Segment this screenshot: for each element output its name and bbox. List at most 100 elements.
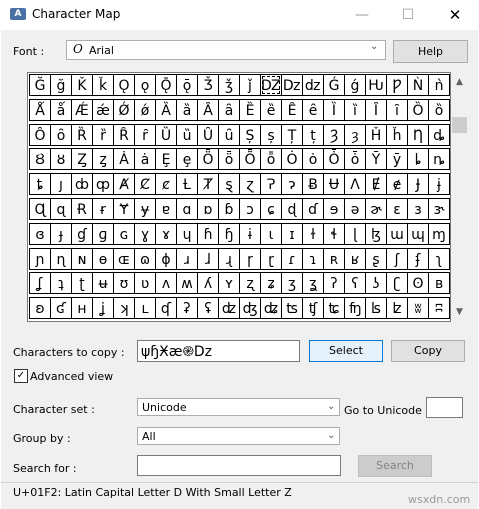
character-cell[interactable]: ʒ — [281, 272, 303, 295]
scroll-up-arrow-icon[interactable]: ▲ — [451, 72, 468, 92]
character-cell[interactable]: ǳ — [302, 74, 324, 96]
character-cell[interactable]: ɓ — [218, 198, 240, 220]
character-cell[interactable]: ȕ — [176, 123, 198, 146]
character-cell[interactable]: ȋ — [386, 98, 408, 121]
character-cell[interactable]: ɒ — [197, 198, 219, 220]
character-cell[interactable]: ș — [260, 123, 282, 146]
character-cell[interactable]: ȟ — [386, 123, 408, 146]
character-cell[interactable]: ɺ — [197, 247, 219, 270]
character-cell[interactable]: ɑ — [176, 198, 198, 220]
character-cell[interactable]: ɉ — [428, 173, 450, 196]
character-cell[interactable]: ȡ — [428, 123, 450, 146]
character-cell[interactable]: ȥ — [92, 148, 114, 171]
character-cell[interactable]: Ȝ — [323, 123, 345, 146]
character-cell[interactable]: ȅ — [260, 98, 282, 121]
character-cell[interactable]: ǫ — [134, 74, 156, 96]
character-cell[interactable]: Ȏ — [29, 123, 51, 146]
character-cell[interactable]: ʬ — [407, 297, 429, 320]
character-cell[interactable]: ʭ — [428, 297, 450, 320]
character-cell[interactable]: Ȉ — [323, 98, 345, 121]
character-cell[interactable]: ʉ — [92, 272, 114, 295]
character-cell[interactable]: ɝ — [428, 198, 450, 220]
character-cell[interactable]: Ș — [239, 123, 261, 146]
search-button[interactable]: Search — [358, 455, 432, 477]
character-cell[interactable]: ɥ — [176, 222, 198, 245]
character-cell[interactable]: ʨ — [323, 297, 345, 320]
character-cell[interactable]: ǭ — [176, 74, 198, 96]
character-cell[interactable]: Ɇ — [365, 173, 387, 196]
character-cell[interactable]: Ǻ — [29, 98, 51, 121]
character-cell[interactable]: Ǯ — [197, 74, 219, 96]
character-cell[interactable]: Ƞ — [407, 123, 429, 146]
character-cell[interactable]: ȏ — [50, 123, 72, 146]
character-cell[interactable]: Ʉ — [323, 173, 345, 196]
character-cell[interactable]: ʃ — [386, 247, 408, 270]
character-cell[interactable]: ȣ — [50, 148, 72, 171]
character-cell[interactable]: ʪ — [365, 297, 387, 320]
character-cell[interactable]: ɮ — [365, 222, 387, 245]
character-cell[interactable]: ɔ — [239, 198, 261, 220]
character-cell[interactable]: ǽ — [92, 98, 114, 121]
close-button[interactable]: ✕ — [432, 0, 478, 30]
character-cell[interactable]: ɐ — [155, 198, 177, 220]
characters-to-copy-input[interactable]: ψɧӾæ֎Dz — [137, 340, 300, 362]
group-by-dropdown[interactable]: All — [137, 427, 340, 445]
character-cell[interactable]: ʀ — [323, 247, 345, 270]
select-button[interactable]: Select — [309, 340, 383, 362]
character-cell[interactable]: Ⱦ — [197, 173, 219, 196]
character-cell[interactable]: Ȗ — [197, 123, 219, 146]
grid-scrollbar[interactable] — [451, 72, 468, 322]
character-grid[interactable]: ĞğǨǩǪǫǬǭǮǯǰǱǲǳǴǵǶǷǸǹ ǺǻǼǽǾǿȀȁȂȃȄȅȆȇȈȉȊȋȌȍ… — [27, 72, 451, 322]
character-cell[interactable]: ʏ — [218, 272, 240, 295]
character-cell[interactable]: ʂ — [365, 247, 387, 270]
character-cell[interactable]: Ȣ — [29, 148, 51, 171]
character-cell[interactable]: ɳ — [50, 247, 72, 270]
character-cell[interactable]: ʇ — [50, 272, 72, 295]
character-cell[interactable]: Ǫ — [113, 74, 135, 96]
character-cell[interactable]: Ǽ — [71, 98, 93, 121]
character-cell[interactable]: Ⱥ — [113, 173, 135, 196]
character-cell[interactable]: ɢ — [113, 222, 135, 245]
character-cell[interactable]: ʢ — [197, 297, 219, 320]
chevron-down-icon[interactable]: ⌄ — [327, 430, 335, 441]
character-cell[interactable]: ȵ — [428, 148, 450, 171]
character-cell[interactable]: ʗ — [386, 272, 408, 295]
character-cell[interactable]: ȶ — [29, 173, 51, 196]
character-cell[interactable]: Ȅ — [239, 98, 261, 121]
character-cell[interactable]: ɹ — [176, 247, 198, 270]
character-cell[interactable]: ɰ — [407, 222, 429, 245]
character-cell[interactable]: ȳ — [386, 148, 408, 171]
advanced-view-checkbox[interactable]: ✓ — [14, 369, 28, 383]
character-cell[interactable]: ɖ — [281, 198, 303, 220]
character-cell[interactable]: Ȼ — [134, 173, 156, 196]
character-cell[interactable]: ɱ — [428, 222, 450, 245]
character-cell[interactable]: ȓ — [134, 123, 156, 146]
character-cell[interactable]: ȃ — [218, 98, 240, 121]
search-input[interactable] — [137, 455, 341, 476]
character-cell[interactable]: ȧ — [134, 148, 156, 171]
character-cell[interactable]: Ȱ — [323, 148, 345, 171]
character-cell[interactable]: ȱ — [344, 148, 366, 171]
character-cell[interactable]: ʦ — [281, 297, 303, 320]
character-cell[interactable]: Ɉ — [407, 173, 429, 196]
character-cell[interactable]: ǩ — [92, 74, 114, 96]
character-cell[interactable]: Ǭ — [155, 74, 177, 96]
character-cell[interactable]: Ǳ — [260, 74, 282, 96]
character-cell[interactable]: Ț — [281, 123, 303, 146]
character-cell[interactable]: Ȟ — [365, 123, 387, 146]
character-cell[interactable]: ɪ — [281, 222, 303, 245]
character-cell[interactable]: ɲ — [29, 247, 51, 270]
character-cell[interactable]: ɟ — [50, 222, 72, 245]
copy-button[interactable]: Copy — [391, 340, 465, 362]
character-cell[interactable]: ɕ — [260, 198, 282, 220]
character-cell[interactable]: ʤ — [239, 297, 261, 320]
character-cell[interactable]: ʡ — [176, 297, 198, 320]
character-cell[interactable]: Ȍ — [407, 98, 429, 121]
character-cell[interactable]: ɷ — [134, 247, 156, 270]
maximize-button[interactable]: ☐ — [385, 0, 431, 30]
character-cell[interactable]: ʊ — [113, 272, 135, 295]
character-cell[interactable]: Ǹ — [407, 74, 429, 96]
character-cell[interactable]: Ȯ — [281, 148, 303, 171]
character-cell[interactable]: ɻ — [218, 247, 240, 270]
character-cell[interactable]: ɶ — [113, 247, 135, 270]
